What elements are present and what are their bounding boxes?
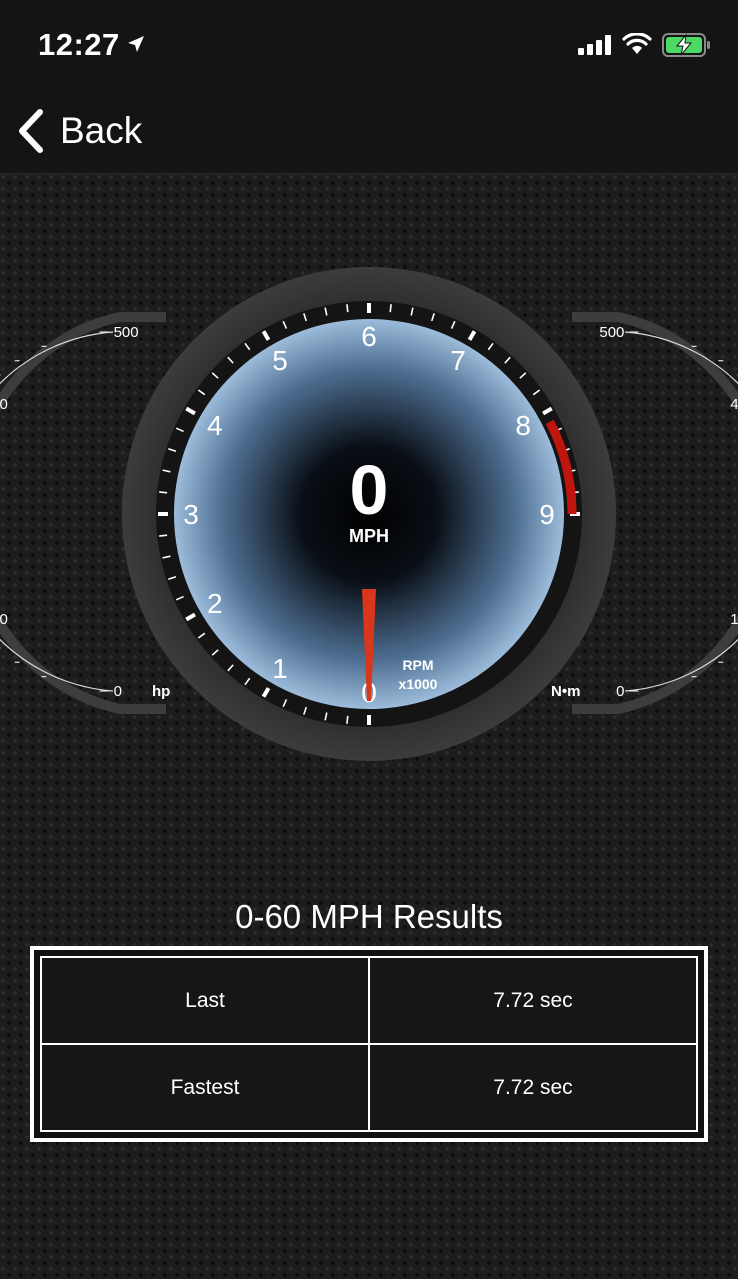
rpm-tick-label: 4 (207, 410, 223, 441)
rpm-tick-label: 6 (361, 321, 377, 352)
rpm-minor-tick (346, 715, 349, 724)
scale-tick-label: 500 (114, 324, 139, 341)
tachometer-gauge: 0100200300400500 0100200300400500 hp N•m… (0, 267, 738, 761)
navigation-bar: Back (0, 90, 738, 173)
speed-unit: MPH (349, 526, 389, 546)
rpm-tick-label: 8 (515, 410, 531, 441)
rpm-minor-tick (346, 304, 349, 313)
status-bar: 12:27 (0, 0, 738, 90)
results-table-container: Last 7.72 sec Fastest 7.72 sec (30, 946, 708, 1142)
rpm-minor-tick (159, 534, 168, 537)
rpm-tick-label: 2 (207, 588, 223, 619)
status-time: 12:27 (38, 27, 120, 62)
back-button[interactable]: Back (16, 104, 142, 158)
result-label-last: Last (40, 956, 370, 1045)
rpm-tick-label: 3 (183, 499, 199, 530)
table-row: Fastest 7.72 sec (40, 1043, 698, 1132)
torque-unit-label: N•m (551, 683, 580, 700)
hp-unit-label: hp (152, 683, 170, 700)
result-label-fastest: Fastest (40, 1043, 370, 1132)
scale-tick-label: 0 (114, 683, 122, 700)
result-value-last: 7.72 sec (368, 956, 698, 1045)
rpm-tick-label: 7 (450, 345, 466, 376)
result-value-fastest: 7.72 sec (368, 1043, 698, 1132)
main-content: 0100200300400500 0100200300400500 hp N•m… (0, 173, 738, 1279)
back-label: Back (60, 110, 143, 151)
wifi-icon (622, 33, 652, 54)
scale-tick-label: 0 (616, 683, 624, 700)
location-arrow-icon (128, 36, 144, 52)
scale-tick-label: 400 (0, 396, 8, 413)
scale-tick-label: 500 (599, 324, 624, 341)
rpm-minor-tick (159, 491, 168, 494)
rpm-tick-label: 9 (539, 499, 555, 530)
results-table: Last 7.72 sec Fastest 7.72 sec (40, 956, 698, 1132)
speed-value: 0 (350, 451, 389, 529)
rpm-multiplier: x1000 (399, 676, 438, 692)
rpm-minor-tick (389, 304, 392, 313)
rpm-tick-label: 5 (272, 345, 288, 376)
scale-tick-label: 400 (730, 396, 738, 413)
scale-tick-label: 100 (730, 611, 738, 628)
rpm-label: RPM (402, 657, 433, 673)
table-row: Last 7.72 sec (40, 956, 698, 1045)
battery-charging-icon (662, 33, 710, 57)
chevron-left-icon (19, 109, 43, 153)
rpm-tick-label: 1 (272, 653, 288, 684)
results-title: 0-60 MPH Results (235, 898, 503, 935)
cellular-signal-icon (578, 35, 611, 55)
scale-tick-label: 100 (0, 611, 8, 628)
